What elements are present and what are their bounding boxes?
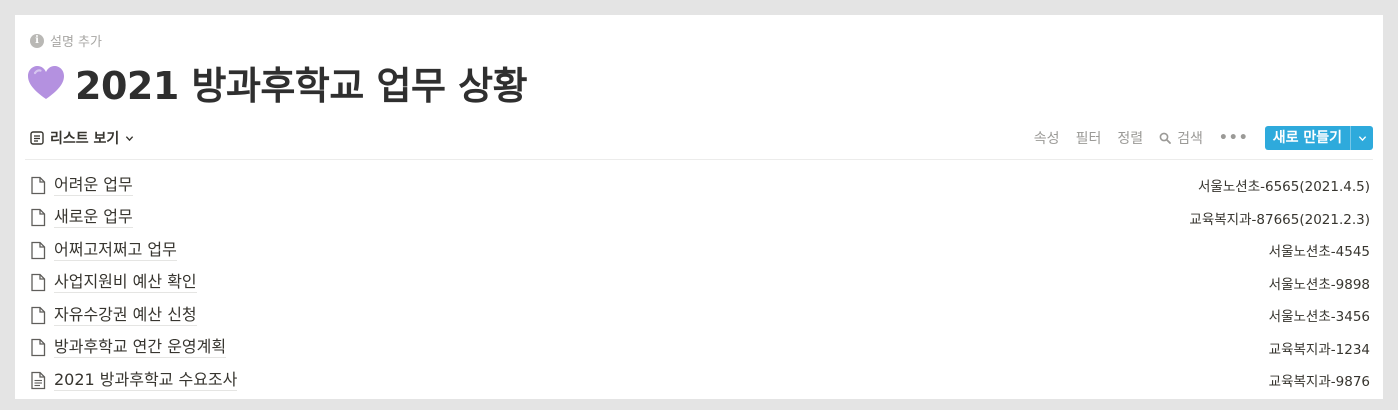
toolbar-actions: 속성 필터 정렬 검색 ••• 새로 만들기 [1034,126,1373,150]
list-item-title[interactable]: 방과후학교 연간 운영계획 [54,337,227,359]
view-switcher[interactable]: 리스트 보기 [30,128,134,148]
page-list: 어려운 업무 서울노션초-6565(2021.4.5) 새로운 업무 교육복지과… [25,169,1370,397]
page-icon [31,176,46,194]
list-item[interactable]: 사업지원비 예산 확인 서울노션초-9898 [25,267,1370,300]
list-item[interactable]: 자유수강권 예산 신청 서울노션초-3456 [25,299,1370,332]
chevron-down-icon [1358,135,1366,141]
toolbar-divider [25,159,1373,160]
page-icon [31,209,46,227]
search-button[interactable]: 검색 [1159,128,1203,148]
list-item-property: 서울노션초-9898 [1268,276,1370,293]
page-icon [31,339,46,357]
list-item-title[interactable]: 자유수강권 예산 신청 [54,305,197,326]
list-item-property: 서울노션초-3456 [1268,309,1370,326]
page-icon [31,306,46,324]
search-icon [1159,132,1171,144]
list-item-property: 교육복지과-87665(2021.2.3) [1189,211,1370,228]
filter-button[interactable]: 필터 [1076,128,1102,148]
list-item-title[interactable]: 어려운 업무 [54,175,133,196]
view-label: 리스트 보기 [50,131,120,147]
add-description[interactable]: i 설명 추가 [30,31,102,50]
list-item[interactable]: 2021 방과후학교 수요조사 교육복지과-9876 [25,364,1370,397]
chevron-down-icon [126,135,134,141]
database-toolbar: 리스트 보기 속성 필터 정렬 검색 ••• 새로 만들기 [30,123,1373,153]
page-icon [31,241,46,259]
list-item-property: 교육복지과-9876 [1268,374,1370,391]
list-item-title[interactable]: 새로운 업무 [54,207,133,229]
more-options-icon[interactable]: ••• [1219,130,1249,146]
new-button-group: 새로 만들기 [1264,126,1373,150]
database-page: i 설명 추가 2021 방과후학교 업무 상황 리스트 보기 속성 필터 정렬 [15,15,1383,399]
page-header: 2021 방과후학교 업무 상황 [27,55,528,110]
properties-button[interactable]: 속성 [1034,128,1060,148]
list-view-icon [30,131,44,145]
list-item[interactable]: 어려운 업무 서울노션초-6565(2021.4.5) [25,169,1370,202]
page-title[interactable]: 2021 방과후학교 업무 상황 [75,55,528,110]
purple-heart-icon[interactable] [27,65,65,101]
list-item-property: 서울노션초-6565(2021.4.5) [1198,179,1370,196]
list-item[interactable]: 어쩌고저쩌고 업무 서울노션초-4545 [25,234,1370,267]
list-item-title[interactable]: 2021 방과후학교 수요조사 [54,370,238,391]
list-item[interactable]: 새로운 업무 교육복지과-87665(2021.2.3) [25,202,1370,235]
page-icon [31,274,46,292]
list-item-title[interactable]: 어쩌고저쩌고 업무 [54,240,177,261]
new-button[interactable]: 새로 만들기 [1265,126,1350,150]
list-item-title[interactable]: 사업지원비 예산 확인 [54,272,197,294]
page-text-icon [31,371,46,389]
sort-button[interactable]: 정렬 [1117,128,1143,148]
list-item-property: 서울노션초-4545 [1268,244,1370,261]
list-item[interactable]: 방과후학교 연간 운영계획 교육복지과-1234 [25,332,1370,365]
info-icon: i [30,33,44,48]
description-placeholder: 설명 추가 [50,35,102,50]
search-label: 검색 [1177,131,1203,147]
list-item-property: 교육복지과-1234 [1268,341,1370,358]
new-template-dropdown[interactable] [1350,126,1373,150]
